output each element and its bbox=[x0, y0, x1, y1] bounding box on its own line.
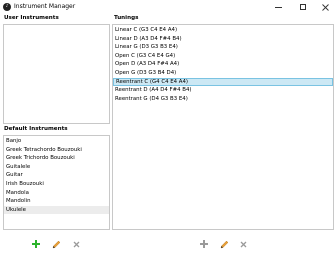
pencil-icon bbox=[220, 240, 228, 248]
list-item[interactable]: Banjo bbox=[4, 137, 109, 146]
user-instruments-label: User Instruments bbox=[4, 15, 59, 21]
list-item[interactable]: Open D (A3 D4 F#4 A4) bbox=[113, 60, 333, 69]
delete-tuning-button[interactable] bbox=[238, 239, 248, 249]
maximize-button[interactable] bbox=[291, 0, 315, 14]
list-item[interactable]: Mandolin bbox=[4, 197, 109, 206]
list-item[interactable]: Guitalele bbox=[4, 163, 109, 172]
tunings-label: Tunings bbox=[114, 15, 139, 21]
app-icon: ♪ bbox=[3, 3, 11, 11]
title-bar[interactable]: ♪ Instrument Manager bbox=[0, 0, 335, 14]
pencil-icon bbox=[52, 240, 60, 248]
list-item[interactable]: Linear G (D3 G3 B3 E4) bbox=[113, 43, 333, 52]
list-item[interactable]: Mandola bbox=[4, 189, 109, 198]
plus-icon bbox=[32, 240, 40, 248]
minimize-button[interactable] bbox=[266, 0, 290, 14]
x-icon bbox=[73, 241, 79, 247]
default-instruments-list[interactable]: Banjo Greek Tetrachordo Bouzouki Greek Tri… bbox=[3, 135, 110, 230]
close-button[interactable] bbox=[313, 0, 335, 14]
list-item[interactable]: Ukulele bbox=[4, 205, 109, 215]
list-item[interactable]: Irish Bouzouki bbox=[4, 180, 109, 189]
add-tuning-button[interactable] bbox=[199, 239, 209, 249]
user-instruments-list[interactable] bbox=[3, 24, 110, 124]
add-instrument-button[interactable] bbox=[31, 239, 41, 249]
window-title: Instrument Manager bbox=[14, 3, 76, 10]
minimize-icon bbox=[274, 6, 282, 8]
list-item[interactable]: Linear C (G3 C4 E4 A4) bbox=[113, 26, 333, 35]
list-item[interactable]: Guitar bbox=[4, 171, 109, 180]
default-instruments-label: Default Instruments bbox=[4, 126, 68, 132]
list-item[interactable]: Open C (G3 C4 E4 G4) bbox=[113, 52, 333, 61]
tunings-list[interactable]: Linear C (G3 C4 E4 A4) Linear D (A3 D4 F#… bbox=[112, 24, 334, 230]
delete-instrument-button[interactable] bbox=[71, 239, 81, 249]
edit-instrument-button[interactable] bbox=[51, 239, 61, 249]
list-item[interactable]: Greek Tetrachordo Bouzouki bbox=[4, 146, 109, 155]
list-item[interactable]: Reentrant G (D4 G3 B3 E4) bbox=[113, 95, 333, 104]
list-item[interactable]: Reentrant D (A4 D4 F#4 B4) bbox=[113, 86, 333, 95]
list-item[interactable]: Linear D (A3 D4 F#4 B4) bbox=[113, 35, 333, 44]
list-item[interactable]: Greek Trichordo Bouzouki bbox=[4, 154, 109, 163]
x-icon bbox=[240, 241, 246, 247]
edit-tuning-button[interactable] bbox=[219, 239, 229, 249]
maximize-icon bbox=[299, 3, 307, 11]
list-item[interactable]: Reentrant C (G4 C4 E4 A4) bbox=[113, 77, 333, 87]
close-icon bbox=[321, 3, 329, 11]
plus-icon bbox=[200, 240, 208, 248]
list-item[interactable]: Open G (D3 G3 B4 D4) bbox=[113, 69, 333, 78]
